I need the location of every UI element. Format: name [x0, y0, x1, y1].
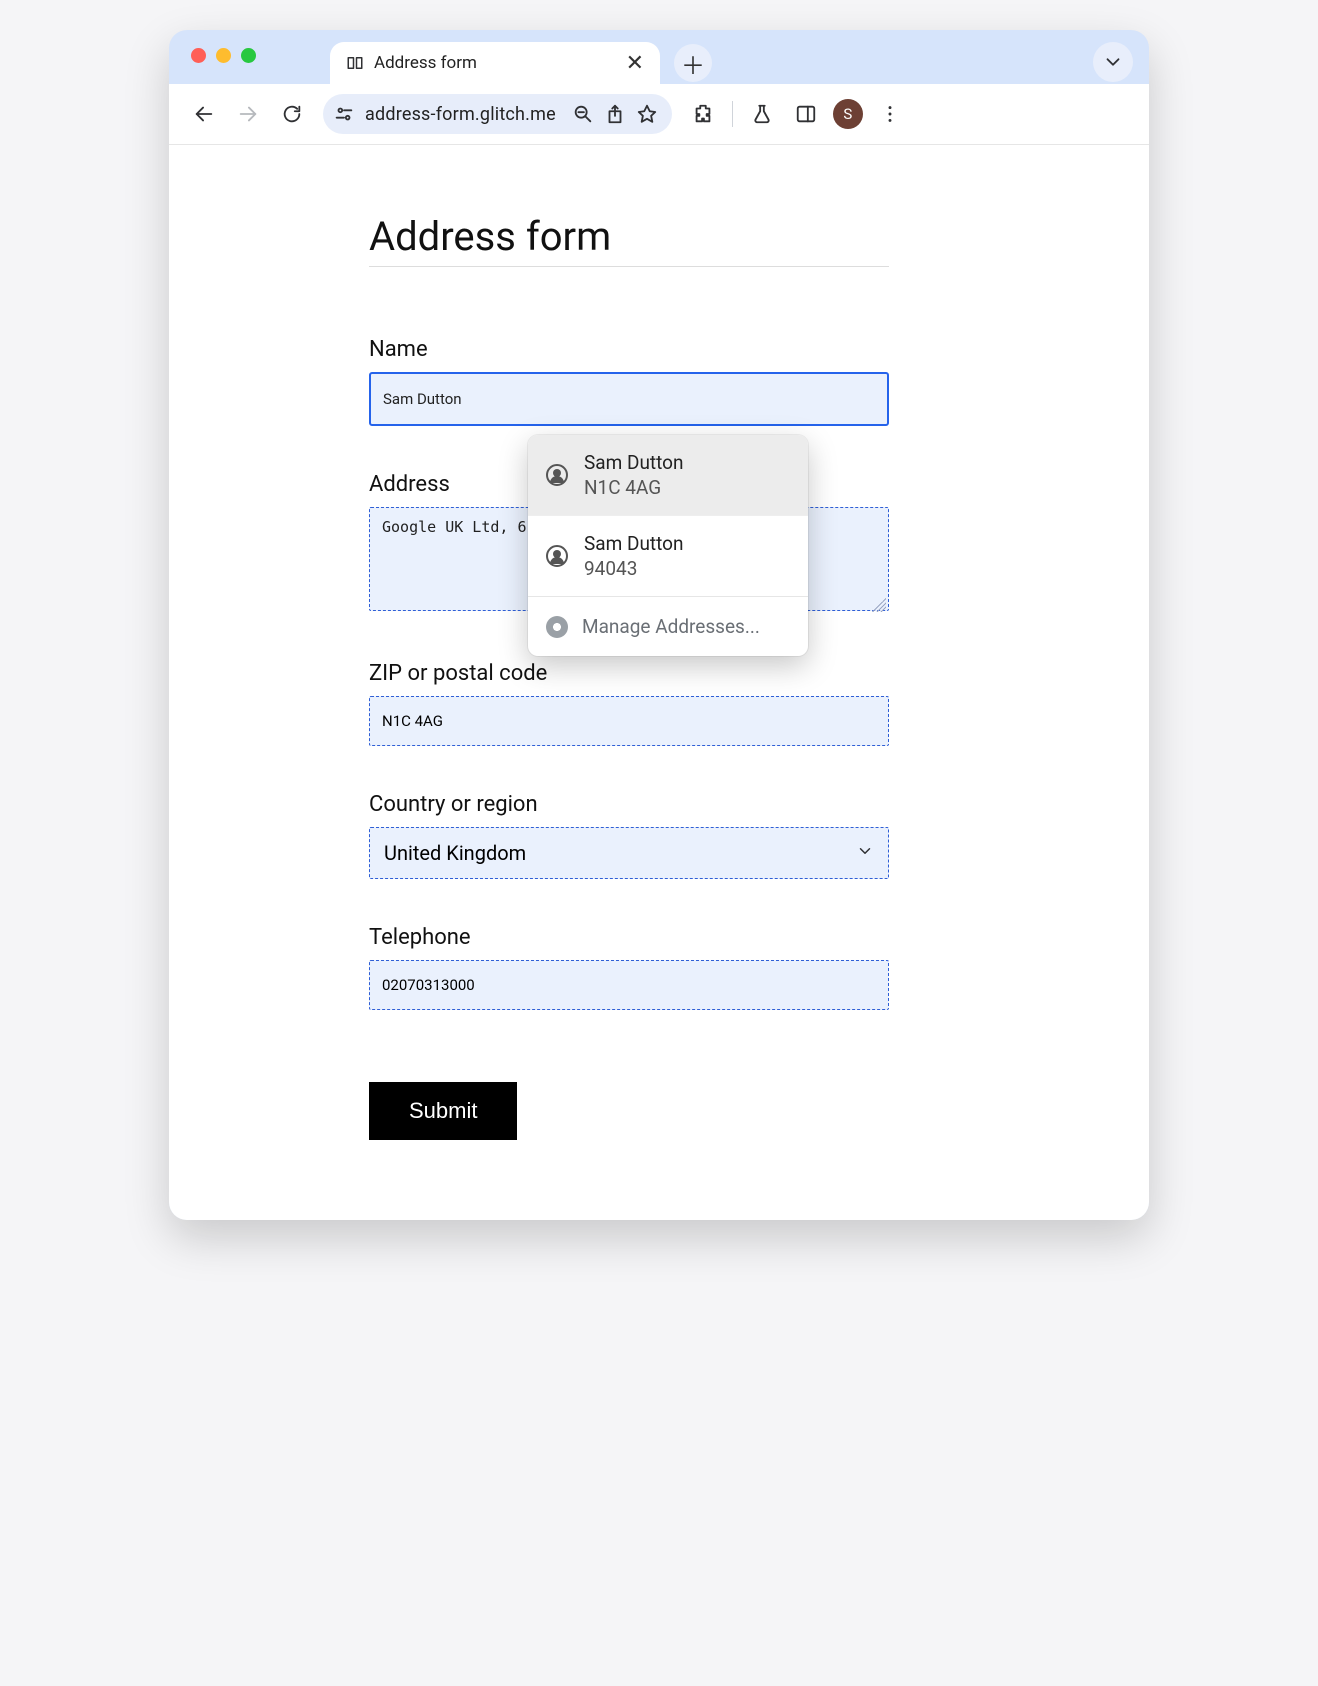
zip-input[interactable]: N1C 4AG [369, 696, 889, 746]
autofill-suggestion-sub: 94043 [584, 557, 684, 580]
toolbar-divider [732, 101, 733, 127]
chrome-icon [546, 616, 568, 638]
field-zip: ZIP or postal code N1C 4AG [369, 661, 889, 746]
side-panel-button[interactable] [789, 97, 823, 131]
autofill-popup: Sam Dutton N1C 4AG Sam Dutton 94043 Mana… [528, 435, 808, 656]
toolbar: address-form.glitch.me S [169, 84, 1149, 144]
name-input[interactable] [369, 372, 889, 426]
name-label: Name [369, 337, 889, 362]
close-window-button[interactable] [191, 48, 206, 63]
country-select[interactable]: United Kingdom [369, 827, 889, 879]
window-controls [191, 48, 256, 63]
tab-title: Address form [374, 53, 612, 73]
submit-button[interactable]: Submit [369, 1082, 517, 1140]
back-button[interactable] [187, 97, 221, 131]
profile-avatar[interactable]: S [833, 99, 863, 129]
page-content: Address form Name Address Google UK Ltd,… [169, 144, 1149, 1220]
person-icon [546, 464, 568, 486]
autofill-suggestion-name: Sam Dutton [584, 451, 684, 474]
telephone-value: 02070313000 [382, 976, 475, 994]
extensions-button[interactable] [686, 97, 720, 131]
field-name: Name [369, 337, 889, 426]
browser-tab[interactable]: Address form ✕ [330, 42, 660, 84]
new-tab-button[interactable]: ＋ [674, 44, 712, 82]
overflow-menu-button[interactable] [873, 97, 907, 131]
page-title: Address form [369, 213, 889, 267]
telephone-label: Telephone [369, 925, 889, 950]
telephone-input[interactable]: 02070313000 [369, 960, 889, 1010]
bookmark-icon[interactable] [636, 103, 658, 125]
share-icon[interactable] [604, 103, 626, 125]
titlebar: Address form ✕ ＋ [169, 30, 1149, 84]
browser-window: Address form ✕ ＋ address-form.glitch.me [169, 30, 1149, 1220]
manage-addresses-label: Manage Addresses... [582, 615, 760, 638]
close-tab-button[interactable]: ✕ [622, 51, 648, 76]
zip-label: ZIP or postal code [369, 661, 889, 686]
reload-button[interactable] [275, 97, 309, 131]
country-label: Country or region [369, 792, 889, 817]
autofill-suggestion-1[interactable]: Sam Dutton 94043 [528, 515, 808, 596]
country-value: United Kingdom [384, 841, 526, 865]
url-text: address-form.glitch.me [365, 104, 556, 125]
person-icon [546, 545, 568, 567]
tabs-menu-button[interactable] [1093, 42, 1133, 82]
zip-value: N1C 4AG [382, 712, 443, 730]
profile-initial: S [843, 105, 852, 123]
field-telephone: Telephone 02070313000 [369, 925, 889, 1010]
address-bar[interactable]: address-form.glitch.me [323, 94, 672, 134]
maximize-window-button[interactable] [241, 48, 256, 63]
minimize-window-button[interactable] [216, 48, 231, 63]
tab-favicon [346, 54, 364, 72]
autofill-suggestion-name: Sam Dutton [584, 532, 684, 555]
chevron-down-icon [856, 841, 874, 865]
zoom-icon[interactable] [572, 103, 594, 125]
autofill-suggestion-sub: N1C 4AG [584, 476, 684, 499]
forward-button[interactable] [231, 97, 265, 131]
field-country: Country or region United Kingdom [369, 792, 889, 879]
autofill-suggestion-0[interactable]: Sam Dutton N1C 4AG [528, 435, 808, 515]
labs-button[interactable] [745, 97, 779, 131]
manage-addresses-button[interactable]: Manage Addresses... [528, 596, 808, 656]
site-settings-icon[interactable] [333, 103, 355, 125]
